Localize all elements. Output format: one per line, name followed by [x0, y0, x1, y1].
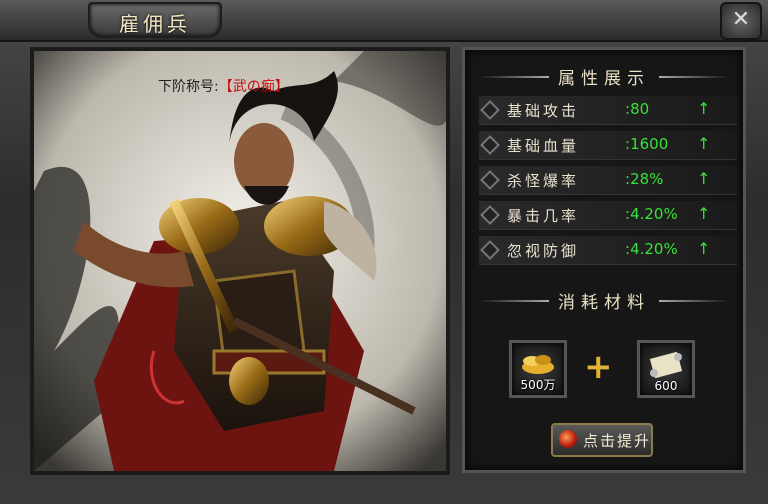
red-gem-icon — [559, 430, 577, 448]
diamond-bullet-icon — [480, 100, 500, 120]
next-rank-title: 下阶称号:【武の痴】 — [158, 76, 289, 96]
mercenary-window: 雇佣兵 ✕ 下阶称号:【武の痴】 属性展示 基础攻击:80 ↑ 基础血量:1… — [0, 0, 768, 504]
up-arrow-icon: ↑ — [697, 99, 711, 118]
stat-name: 基础攻击 — [507, 102, 580, 120]
stat-row-hp: 基础血量 :1600 ↑ — [479, 131, 737, 160]
stat-row-ignore-defense: 忽视防御 :4.20% ↑ — [479, 236, 737, 265]
stat-name: 忽视防御 — [507, 242, 580, 260]
upgrade-button-label: 点击提升 — [583, 432, 652, 450]
up-arrow-icon: ↑ — [697, 169, 711, 188]
close-button[interactable]: ✕ — [720, 2, 762, 40]
stat-name: 暴击几率 — [507, 207, 580, 225]
up-arrow-icon: ↑ — [697, 204, 711, 223]
stat-row-drop-rate: 杀怪爆率 :28% ↑ — [479, 166, 737, 195]
stat-value: :1600 — [625, 135, 669, 153]
gold-material-slot[interactable]: 500万 — [509, 340, 567, 398]
diamond-bullet-icon — [480, 170, 500, 190]
next-rank-value: 【武の痴】 — [218, 79, 289, 95]
up-arrow-icon: ↑ — [697, 134, 711, 153]
info-panel: 属性展示 基础攻击 :80 ↑ 基础血量 :1600 ↑ 杀怪爆率 :28% ↑… — [462, 47, 746, 473]
diamond-bullet-icon — [480, 135, 500, 155]
diamond-bullet-icon — [480, 205, 500, 225]
gold-qty: 500万 — [520, 378, 556, 392]
up-arrow-icon: ↑ — [697, 239, 711, 258]
hero-portrait — [34, 51, 446, 471]
upgrade-button[interactable]: 点击提升 — [551, 423, 653, 457]
title-plate: 雇佣兵 — [88, 2, 222, 38]
materials-header: 消耗材料 — [473, 288, 735, 314]
stat-value: :4.20% — [625, 205, 678, 223]
stat-row-crit-rate: 暴击几率 :4.20% ↑ — [479, 201, 737, 230]
scroll-material-slot[interactable]: 600 — [637, 340, 695, 398]
window-title: 雇佣兵 — [119, 12, 191, 36]
hero-portrait-panel: 下阶称号:【武の痴】 — [30, 47, 450, 475]
stat-value: :28% — [625, 170, 664, 188]
next-rank-prefix: 下阶称号: — [158, 79, 219, 95]
stat-value: :80 — [625, 100, 650, 118]
close-icon: ✕ — [731, 7, 751, 32]
scroll-qty: 600 — [654, 379, 678, 393]
diamond-bullet-icon — [480, 240, 500, 260]
plus-icon: + — [584, 347, 613, 387]
stat-name: 杀怪爆率 — [507, 172, 580, 190]
attributes-header: 属性展示 — [473, 64, 735, 90]
stat-row-attack: 基础攻击 :80 ↑ — [479, 96, 737, 125]
stat-name: 基础血量 — [507, 137, 580, 155]
stat-value: :4.20% — [625, 240, 678, 258]
title-bar: 雇佣兵 ✕ — [0, 0, 768, 42]
